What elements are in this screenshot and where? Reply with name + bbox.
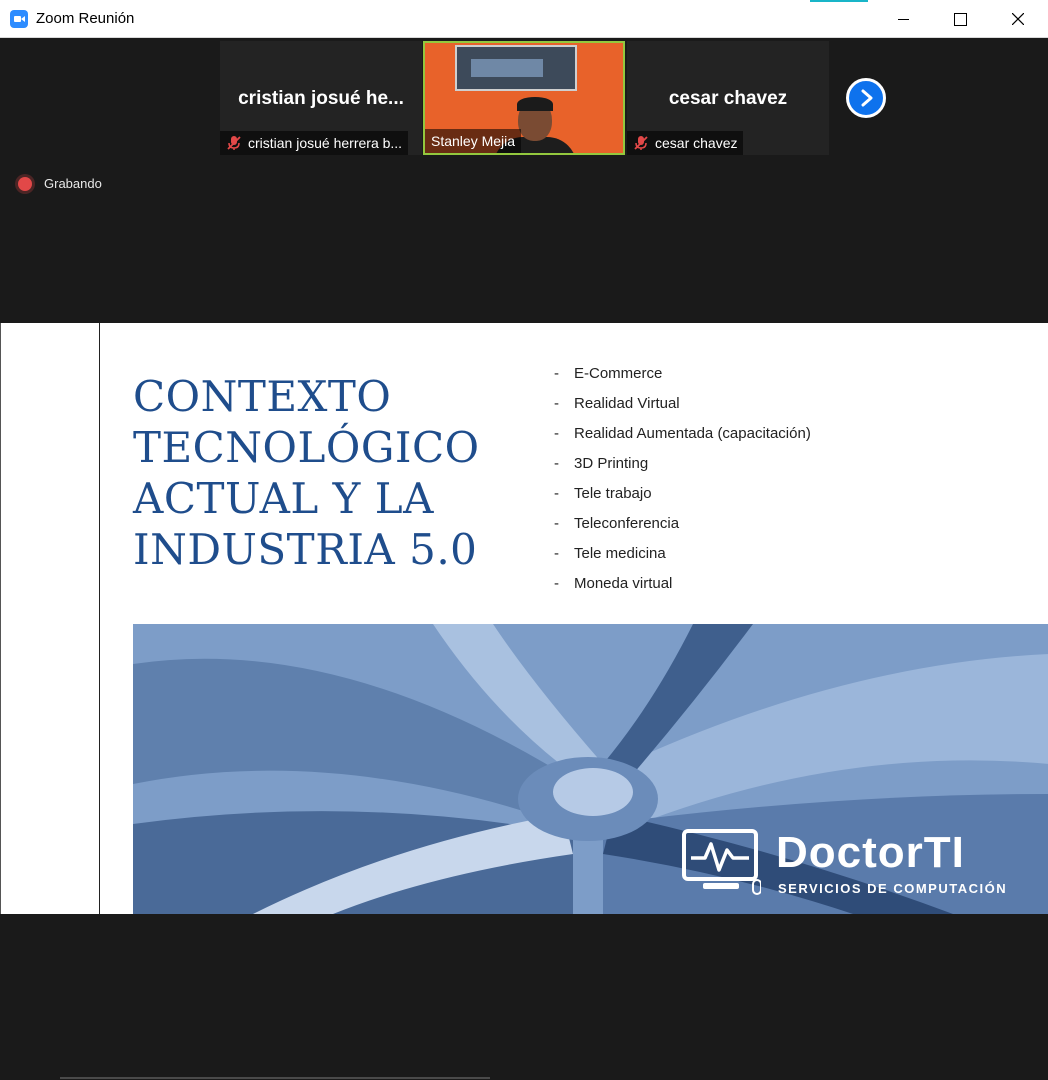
brand-tagline: SERVICIOS DE COMPUTACIÓN (778, 881, 1008, 896)
next-page-button[interactable] (846, 78, 886, 118)
participant-label: cristian josué herrera b... (248, 135, 403, 151)
bullet-item: - Teleconferencia (554, 508, 811, 538)
slide-bullet-list: - E-Commerce - Realidad Virtual - Realidad … (554, 359, 811, 598)
slide-title-line: ACTUAL Y LA (133, 474, 434, 523)
bullet-marker: - (554, 485, 559, 502)
recording-indicator[interactable]: Grabando (18, 176, 102, 191)
chevron-right-icon (861, 89, 873, 107)
bullet-text: E-Commerce (574, 365, 663, 383)
participant-tile-cristian[interactable]: cristian josué he... cristian josué herr… (220, 41, 422, 155)
bullet-item: - E-Commerce (554, 359, 811, 389)
maximize-icon[interactable] (931, 0, 989, 38)
bullet-item: - Tele trabajo (554, 479, 811, 509)
zoom-app-icon (10, 10, 28, 28)
recording-label: Grabando (44, 176, 102, 191)
bullet-marker: - (554, 395, 559, 413)
background-screen (455, 45, 577, 91)
minimize-icon[interactable] (875, 0, 933, 38)
slide-title-line: INDUSTRIA 5.0 (133, 525, 478, 574)
slide-title-line: TECNOLÓGICO (133, 423, 480, 472)
participant-name-bar: Stanley Mejia (425, 129, 522, 153)
bullet-marker: - (554, 574, 559, 592)
speaker-hair (517, 97, 553, 111)
participant-name-bar: cristian josué herrera b... (220, 131, 409, 155)
slide-title: CONTEXTO TECNOLÓGICO ACTUAL Y LA INDUSTR… (133, 371, 513, 575)
bullet-marker: - (554, 455, 559, 473)
bullet-text: Teleconferencia (574, 514, 680, 532)
bullet-item: -3D Printing (554, 449, 811, 479)
title-accent (810, 0, 868, 2)
bullet-text: Realidad Aumentada (capacitación) (574, 425, 811, 443)
participant-display-name: cesar chavez (668, 88, 788, 109)
slide-title-line: CONTEXTO (133, 372, 392, 421)
close-icon[interactable] (989, 0, 1047, 38)
bullet-text: Tele trabajo (574, 485, 652, 502)
bullet-text: Moneda virtual (574, 574, 673, 592)
muted-mic-icon (634, 136, 648, 150)
doctorti-logo: DoctorTI SERVICIOS DE COMPUTACIÓN (681, 826, 1041, 906)
participant-tile-stanley[interactable]: Stanley Mejia (423, 41, 625, 155)
participant-label: cesar chavez (655, 135, 738, 151)
participant-label: Stanley Mejia (431, 133, 516, 149)
title-bar: Zoom Reunión (0, 0, 1048, 38)
slide-divider (99, 323, 100, 914)
doctorti-logo-icon (682, 829, 761, 895)
bullet-marker: - (554, 514, 559, 532)
bullet-marker: - (554, 544, 559, 562)
bullet-marker: - (554, 425, 559, 443)
bullet-item: - Moneda virtual (554, 568, 811, 598)
muted-mic-icon (227, 136, 241, 150)
bullet-marker: - (554, 365, 559, 383)
brand-name: DoctorTI (776, 828, 965, 877)
bullet-item: - Realidad Virtual (554, 389, 811, 419)
bullet-item: - Realidad Aumentada (capacitación) (554, 419, 811, 449)
bullet-text: 3D Printing (574, 455, 649, 473)
bullet-text: Tele medicina (574, 544, 666, 562)
participant-name-bar: cesar chavez (627, 131, 744, 155)
window-title: Zoom Reunión (36, 10, 135, 27)
bottom-scroll-indicator (60, 1077, 490, 1079)
bullet-text: Realidad Virtual (574, 395, 680, 413)
record-dot-icon (18, 176, 32, 191)
shared-screen-slide: CONTEXTO TECNOLÓGICO ACTUAL Y LA INDUSTR… (0, 323, 1048, 914)
participant-display-name: cristian josué he... (238, 88, 404, 109)
bullet-item: - Tele medicina (554, 538, 811, 568)
participant-tile-cesar[interactable]: cesar chavez cesar chavez (627, 41, 829, 155)
